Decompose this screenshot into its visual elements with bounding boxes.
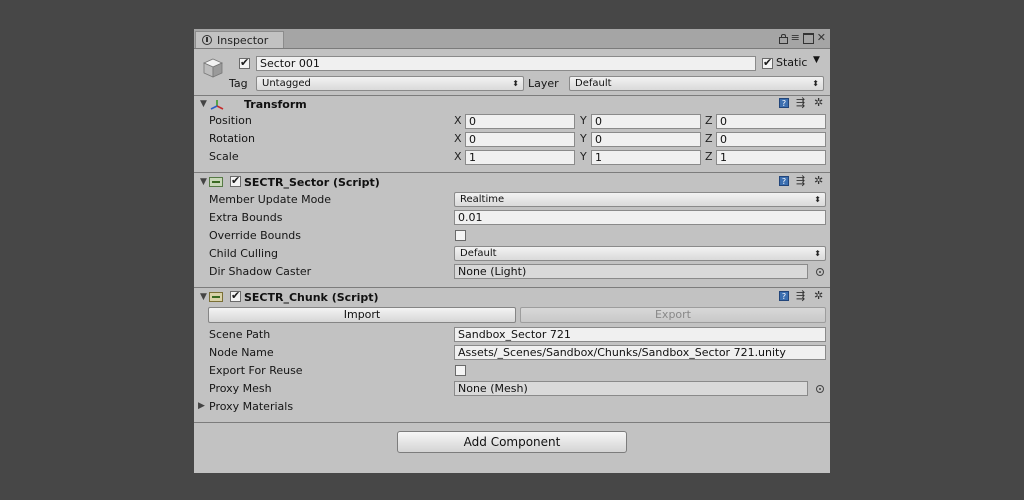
script-icon	[209, 177, 223, 187]
axis-x-label: X	[454, 132, 462, 145]
gameobject-active-checkbox[interactable]	[239, 56, 250, 69]
preset-icon[interactable]: ⇶	[796, 289, 805, 302]
axis-y-label: Y	[580, 150, 587, 163]
position-label: Position	[209, 114, 252, 127]
axis-z-label: Z	[705, 132, 713, 145]
rotation-label: Rotation	[209, 132, 256, 145]
help-icon[interactable]: ?	[779, 291, 789, 301]
proxy-mesh-field[interactable]: None (Mesh)	[454, 381, 808, 396]
gear-icon[interactable]: ✲	[814, 289, 823, 302]
gear-icon[interactable]: ✲	[814, 96, 823, 109]
transform-title: Transform	[244, 98, 307, 111]
child-culling-label: Child Culling	[209, 247, 279, 260]
child-culling-dropdown[interactable]: Default ⬍	[454, 246, 826, 261]
tab-bar: Inspector ≡ ✕	[194, 29, 830, 49]
tag-dropdown[interactable]: Untagged ⬍	[256, 76, 524, 91]
object-picker-icon[interactable]	[816, 385, 824, 393]
chunk-title: SECTR_Chunk (Script)	[244, 291, 379, 304]
help-icon[interactable]: ?	[779, 98, 789, 108]
axis-z-label: Z	[705, 114, 713, 127]
gameobject-header: Sector 001 Static ▼ Tag Untagged ⬍ Layer…	[194, 49, 830, 96]
sector-enabled-checkbox[interactable]	[230, 174, 241, 187]
object-picker-icon[interactable]	[816, 268, 824, 276]
foldout-expanded-icon[interactable]: ▼	[200, 292, 207, 302]
scale-label: Scale	[209, 150, 239, 163]
tab-inspector[interactable]: Inspector	[195, 31, 284, 48]
layer-dropdown[interactable]: Default ⬍	[569, 76, 824, 91]
axis-x-label: X	[454, 150, 462, 163]
inspector-window: Inspector ≡ ✕ Sector 001 Static ▼ Tag Un…	[194, 29, 830, 473]
override-bounds-label: Override Bounds	[209, 229, 302, 242]
member-update-mode-value: Realtime	[460, 194, 505, 205]
chunk-enabled-checkbox[interactable]	[230, 289, 241, 302]
preset-icon[interactable]: ⇶	[796, 174, 805, 187]
export-button[interactable]: Export	[520, 307, 826, 323]
axis-y-label: Y	[580, 132, 587, 145]
rotation-z-field[interactable]: 0	[716, 132, 826, 147]
sectr-sector-component: ▼ SECTR_Sector (Script) ? ⇶ ✲ Member Upd…	[194, 173, 830, 288]
dropdown-arrow-icon: ⬍	[512, 79, 519, 88]
gameobject-name-field[interactable]: Sector 001	[256, 56, 756, 71]
foldout-collapsed-icon[interactable]: ▶	[198, 401, 205, 411]
sector-title: SECTR_Sector (Script)	[244, 176, 380, 189]
position-x-field[interactable]: 0	[465, 114, 575, 129]
tag-dropdown-value: Untagged	[262, 78, 311, 89]
scene-path-label: Scene Path	[209, 328, 271, 341]
dir-shadow-caster-field[interactable]: None (Light)	[454, 264, 808, 279]
proxy-materials-label[interactable]: Proxy Materials	[209, 400, 293, 413]
layer-dropdown-value: Default	[575, 78, 612, 89]
child-culling-value: Default	[460, 248, 497, 259]
member-update-mode-label: Member Update Mode	[209, 193, 332, 206]
axis-y-label: Y	[580, 114, 587, 127]
foldout-expanded-icon[interactable]: ▼	[200, 177, 207, 187]
dropdown-arrow-icon: ⬍	[814, 195, 821, 204]
gameobject-cube-icon	[203, 58, 223, 78]
sectr-chunk-component: ▼ SECTR_Chunk (Script) ? ⇶ ✲ Import Expo…	[194, 288, 830, 423]
menu-icon[interactable]: ≡	[791, 31, 800, 45]
dropdown-arrow-icon: ⬍	[814, 249, 821, 258]
import-button[interactable]: Import	[208, 307, 516, 323]
position-y-field[interactable]: 0	[591, 114, 701, 129]
position-z-field[interactable]: 0	[716, 114, 826, 129]
window-controls: ≡ ✕	[778, 31, 826, 45]
layer-label: Layer	[528, 77, 559, 90]
gear-icon[interactable]: ✲	[814, 174, 823, 187]
dir-shadow-caster-label: Dir Shadow Caster	[209, 265, 312, 278]
export-for-reuse-checkbox[interactable]	[455, 365, 466, 376]
member-update-mode-dropdown[interactable]: Realtime ⬍	[454, 192, 826, 207]
maximize-icon[interactable]	[802, 32, 814, 44]
preset-icon[interactable]: ⇶	[796, 96, 805, 109]
scale-y-field[interactable]: 1	[591, 150, 701, 165]
foldout-expanded-icon[interactable]: ▼	[200, 99, 207, 109]
scale-z-field[interactable]: 1	[716, 150, 826, 165]
rotation-y-field[interactable]: 0	[591, 132, 701, 147]
transform-icon	[210, 100, 224, 110]
axis-x-label: X	[454, 114, 462, 127]
export-for-reuse-label: Export For Reuse	[209, 364, 303, 377]
close-icon[interactable]: ✕	[817, 31, 826, 45]
override-bounds-checkbox[interactable]	[455, 230, 466, 241]
transform-component: ▼ Transform ? ⇶ ✲ Position X 0 Y 0 Z 0 R…	[194, 96, 830, 173]
script-icon	[209, 292, 223, 302]
static-label: Static	[776, 56, 808, 69]
dropdown-arrow-icon: ⬍	[812, 79, 819, 88]
tab-inspector-label: Inspector	[217, 34, 269, 47]
node-name-label: Node Name	[209, 346, 274, 359]
extra-bounds-field[interactable]: 0.01	[454, 210, 826, 225]
rotation-x-field[interactable]: 0	[465, 132, 575, 147]
node-name-field[interactable]: Assets/_Scenes/Sandbox/Chunks/Sandbox_Se…	[454, 345, 826, 360]
extra-bounds-label: Extra Bounds	[209, 211, 283, 224]
scale-x-field[interactable]: 1	[465, 150, 575, 165]
static-checkbox[interactable]	[762, 56, 773, 69]
static-dropdown-arrow-icon[interactable]: ▼	[813, 55, 820, 65]
lock-icon[interactable]	[778, 33, 788, 44]
info-icon	[202, 35, 212, 45]
axis-z-label: Z	[705, 150, 713, 163]
proxy-mesh-label: Proxy Mesh	[209, 382, 272, 395]
add-component-button[interactable]: Add Component	[397, 431, 627, 453]
tag-label: Tag	[229, 77, 248, 90]
help-icon[interactable]: ?	[779, 176, 789, 186]
scene-path-field[interactable]: Sandbox_Sector 721	[454, 327, 826, 342]
